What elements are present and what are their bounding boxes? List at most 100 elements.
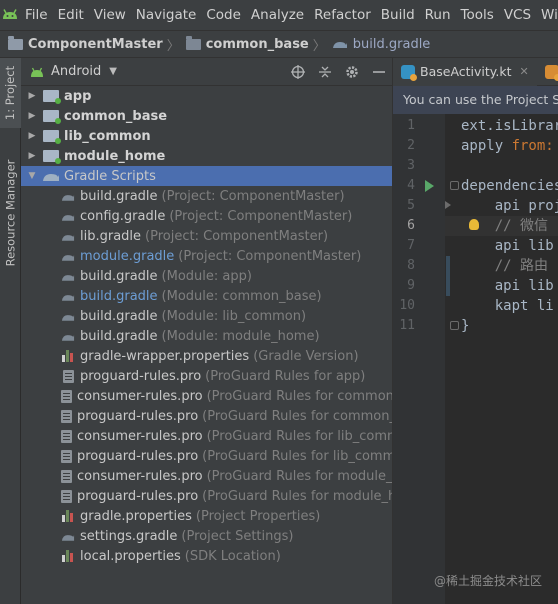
module-folder-icon [43, 150, 61, 164]
collapsed-arrow-icon[interactable]: ▶ [27, 151, 37, 161]
tree-file-item[interactable]: build.gradle (Module: module_home) [21, 326, 392, 346]
menu-edit[interactable]: Edit [53, 0, 89, 30]
tree-item-hint: (Project: ComponentMaster) [169, 208, 353, 224]
menu-window[interactable]: Windo [536, 0, 558, 30]
editor-tab-base-activity[interactable]: BaseActivity.kt ✕ [393, 58, 537, 86]
project-panel-header: Android ▼ [21, 58, 392, 86]
view-mode-selector[interactable]: Android [51, 64, 101, 79]
tree-file-item[interactable]: module.gradle (Project: ComponentMaster) [21, 246, 392, 266]
tree-module-item[interactable]: ▶ common_base [21, 106, 392, 126]
line-gutter: 1 2 3 4 5 6 7 8 9 10 11 [393, 114, 445, 604]
tree-file-item[interactable]: consumer-rules.pro (ProGuard Rules for li… [21, 426, 392, 446]
tree-file-item[interactable]: proguard-rules.pro (ProGuard Rules for co… [21, 406, 392, 426]
menu-view[interactable]: View [89, 0, 131, 30]
tree-file-item[interactable]: local.properties (SDK Location) [21, 546, 392, 566]
menu-tools[interactable]: Tools [456, 0, 499, 30]
breadcrumb-module[interactable]: common_base [185, 35, 309, 52]
breadcrumb-project[interactable]: ComponentMaster [8, 35, 163, 52]
editor-tab-layout[interactable]: L [537, 58, 558, 86]
code-line[interactable]: } [461, 316, 469, 336]
tree-item-hint: (ProGuard Rules for common_bas [202, 408, 392, 424]
tree-file-item[interactable]: lib.gradle (Project: ComponentMaster) [21, 226, 392, 246]
menu-analyze[interactable]: Analyze [246, 0, 309, 30]
code-line[interactable]: api project [461, 196, 558, 216]
menu-file[interactable]: File [20, 0, 53, 30]
line-number: 11 [399, 318, 415, 333]
tree-module-item[interactable]: ▶ module_home [21, 146, 392, 166]
code-line[interactable]: api lib [461, 236, 554, 256]
hide-panel-icon[interactable] [372, 65, 386, 79]
android-studio-icon [0, 0, 20, 30]
tree-module-item[interactable]: ▶ app [21, 86, 392, 106]
tree-file-item[interactable]: build.gradle (Module: common_base) [21, 286, 392, 306]
fold-arrow-icon[interactable] [445, 201, 451, 209]
tree-item-hint: (Module: common_base) [161, 288, 322, 304]
tree-file-item[interactable]: settings.gradle (Project Settings) [21, 526, 392, 546]
tree-file-item[interactable]: build.gradle (Module: lib_common) [21, 306, 392, 326]
collapsed-arrow-icon[interactable]: ▶ [27, 131, 37, 141]
menu-vcs[interactable]: VCS [499, 0, 536, 30]
menu-build[interactable]: Build [376, 0, 420, 30]
project-structure-notice: You can use the Project Structure dialog [393, 86, 558, 114]
tool-tab-project[interactable]: 1: Project [0, 58, 21, 128]
editor-tabs: BaseActivity.kt ✕ L [393, 58, 558, 86]
code-line[interactable]: dependencies { [461, 176, 558, 196]
tree-file-item[interactable]: config.gradle (Project: ComponentMaster) [21, 206, 392, 226]
tree-file-item[interactable]: consumer-rules.pro (ProGuard Rules for mo… [21, 466, 392, 486]
tree-item-hint: (Project: ComponentMaster) [145, 228, 329, 244]
tree-file-item[interactable]: build.gradle (Project: ComponentMaster) [21, 186, 392, 206]
gradle-file-icon [61, 189, 75, 203]
menu-bar: File Edit View Navigate Code Analyze Ref… [0, 0, 558, 30]
menu-code[interactable]: Code [201, 0, 246, 30]
code-line[interactable]: // 路由 [461, 256, 548, 276]
tree-file-item[interactable]: gradle-wrapper.properties (Gradle Version… [21, 346, 392, 366]
code-line[interactable]: ext.isLibrary = true [461, 116, 558, 136]
code-line[interactable]: api lib [461, 276, 554, 296]
tree-file-item[interactable]: proguard-rules.pro (ProGuard Rules for ap… [21, 366, 392, 386]
tree-module-item[interactable]: ▶ lib_common [21, 126, 392, 146]
collapsed-arrow-icon[interactable]: ▶ [27, 111, 37, 121]
fold-marker-icon[interactable] [450, 321, 459, 330]
lightbulb-icon[interactable] [469, 219, 479, 230]
kotlin-file-icon [401, 64, 417, 81]
tree-file-item[interactable]: proguard-rules.pro (ProGuard Rules for mo… [21, 486, 392, 506]
tree-item-label: build.gradle [80, 328, 158, 344]
tree-file-item[interactable]: proguard-rules.pro (ProGuard Rules for li… [21, 446, 392, 466]
run-gutter-icon[interactable] [425, 180, 434, 192]
gradle-file-icon [61, 289, 75, 303]
locate-file-icon[interactable] [291, 65, 305, 79]
tree-item-label: module_home [64, 148, 166, 164]
menu-run[interactable]: Run [420, 0, 456, 30]
tree-item-hint: (Project: ComponentMaster) [178, 248, 362, 264]
close-icon[interactable]: ✕ [520, 65, 529, 78]
chevron-down-icon[interactable]: ▼ [109, 66, 117, 77]
tree-item-hint: (ProGuard Rules for module_hom [202, 488, 392, 504]
line-number: 10 [399, 298, 415, 313]
collapsed-arrow-icon[interactable]: ▶ [27, 91, 37, 101]
tree-item-hint: (Gradle Version) [253, 348, 359, 364]
code-keyword: from: [511, 138, 554, 154]
layout-file-icon [544, 64, 558, 81]
tree-file-item[interactable]: consumer-rules.pro (ProGuard Rules for co… [21, 386, 392, 406]
tree-file-item[interactable]: gradle.properties (Project Properties) [21, 506, 392, 526]
code-text: dependencies { [461, 178, 558, 194]
gear-icon[interactable] [345, 65, 359, 79]
menu-navigate[interactable]: Navigate [131, 0, 202, 30]
code-comment: // 路由 [461, 258, 549, 274]
fold-marker-icon[interactable] [450, 181, 459, 190]
collapse-all-icon[interactable] [318, 65, 332, 79]
module-folder-icon [185, 35, 201, 50]
vcs-change-marker[interactable] [446, 256, 450, 296]
menu-refactor[interactable]: Refactor [309, 0, 376, 30]
code-text: api lib [461, 278, 554, 294]
tree-file-item[interactable]: build.gradle (Module: app) [21, 266, 392, 286]
expanded-arrow-icon[interactable]: ▼ [27, 171, 37, 181]
code-line[interactable]: kapt li [461, 296, 554, 316]
tool-tab-resource-manager[interactable]: Resource Manager [0, 148, 21, 278]
tree-item-label: build.gradle [80, 308, 158, 324]
line-number: 2 [407, 138, 415, 153]
code-line[interactable]: apply from: [461, 136, 554, 156]
tree-item-label: proguard-rules.pro [80, 368, 202, 384]
tree-group-gradle-scripts[interactable]: ▼ Gradle Scripts [21, 166, 392, 186]
breadcrumb-file[interactable]: build.gradle [332, 37, 430, 52]
